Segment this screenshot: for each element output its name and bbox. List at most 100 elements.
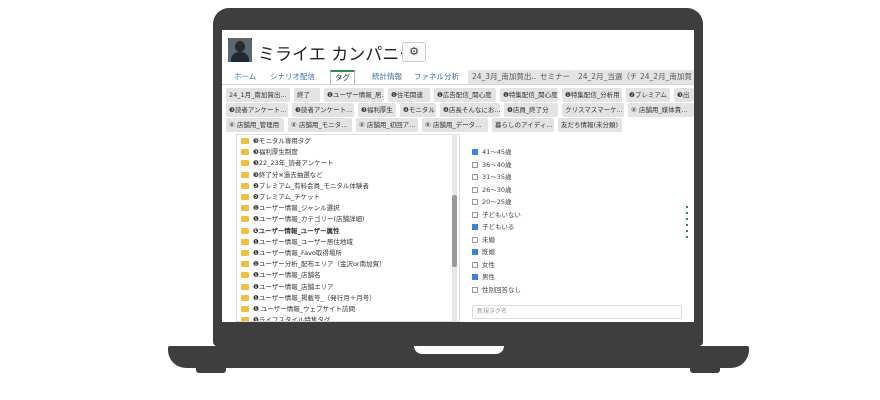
tag-group-row: ⑥ 店舗用_管理用 ⑥ 店舗用_モニタ... ⑥ 店舗用_初回ア... ⑥ 店舗用_デ…	[226, 118, 694, 133]
checkbox[interactable]	[472, 224, 478, 230]
tag-checkbox-item[interactable]: 未婚	[472, 234, 495, 246]
tab-0[interactable]: ホーム	[230, 70, 260, 84]
tree-item[interactable]: ❶ユーザー情報_ユーザー居住地域	[241, 237, 353, 248]
checkbox[interactable]	[472, 249, 478, 255]
checkbox[interactable]	[472, 236, 478, 243]
tag-checkbox-item[interactable]: 41〜45歳	[472, 146, 512, 158]
tag-group-tab[interactable]: ❶住宅関連	[388, 88, 430, 102]
folder-icon	[241, 194, 249, 200]
tag-checkbox-item[interactable]: 女性	[472, 259, 495, 271]
tree-item-label: ❶ ユーザー情報_ウェブサイト訪問	[253, 305, 356, 313]
tag-checkbox-item[interactable]: 男性	[472, 271, 495, 283]
tab-5[interactable]: 24_3月_南加賀出...	[468, 70, 543, 84]
tag-group-tab[interactable]: 暮らしのアイディ...	[492, 118, 554, 132]
tree-item[interactable]: ❺ライフスタイル特集タグ	[241, 315, 330, 321]
tab-8[interactable]: 24_2月_南加賀	[636, 70, 694, 84]
tree-item-label: ❶ユーザー分析_配布エリア（金沢or南加賀）	[253, 260, 386, 269]
checkbox[interactable]	[472, 274, 478, 280]
tree-item[interactable]: ❶ユーザー情報_カテゴリー(店舗詳細)	[241, 214, 365, 225]
checkbox-label: 既婚	[482, 248, 495, 256]
checkbox[interactable]	[472, 286, 478, 293]
tag-group-tab[interactable]: クリスマスマーケ...	[562, 103, 624, 117]
folder-icon	[241, 294, 249, 301]
tag-group-tab[interactable]: 終了	[294, 88, 320, 102]
tag-group-tab[interactable]: ❷プレミアム	[626, 88, 670, 102]
tag-group-tab[interactable]: ⑥ 店舗用_データ...	[422, 118, 488, 132]
tag-checkbox-item[interactable]: 性別回答なし	[472, 284, 521, 296]
tree-item[interactable]: ❶ユーザー情報_ユーザー属性	[241, 226, 340, 237]
checkbox[interactable]	[472, 174, 478, 180]
checkbox-label: 26〜30歳	[482, 185, 512, 194]
folder-icon	[241, 171, 249, 178]
tree-item-label: ❶ユーザー情報_カテゴリー(店舗詳細)	[253, 215, 365, 224]
tab-6[interactable]: セミナー	[536, 70, 574, 84]
tag-checkbox-item[interactable]: 既婚	[472, 246, 495, 258]
tree-item[interactable]: ❷プレミアム_チケット	[241, 192, 320, 203]
tag-group-tab[interactable]: ❺店員_終了分	[504, 103, 558, 117]
tag-checkbox-item[interactable]: 36〜40歳	[472, 159, 512, 171]
checkbox[interactable]	[472, 211, 478, 218]
tree-item[interactable]: ❶ユーザー分析_配布エリア（金沢or南加賀）	[241, 259, 386, 270]
tag-group-tab[interactable]: ⑥ 店舗用_モニタ...	[288, 118, 352, 132]
tag-group-tab[interactable]: ❸出	[674, 88, 694, 102]
tag-group-tab[interactable]: ❸福利厚生	[358, 103, 396, 117]
tree-item[interactable]: ❸終了分※過去抽選など	[241, 170, 323, 181]
tag-group-tab[interactable]: ❶特集配信_分析用	[562, 88, 622, 102]
tag-group-tab[interactable]: ❸読者アンケート...	[292, 103, 354, 117]
folder-icon	[241, 272, 249, 279]
tag-group-tab[interactable]: ❹店長そんなにお...	[440, 103, 500, 117]
new-tag-input[interactable]: 新規タグ名	[472, 305, 682, 319]
tab-4[interactable]: ファネル分析	[410, 70, 463, 84]
folder-icon	[241, 216, 249, 223]
checkbox-label: 41〜45歳	[482, 148, 512, 156]
tag-group-tab[interactable]: 24_1月_南加賀出...	[226, 88, 290, 102]
gear-icon: ⚙	[409, 45, 419, 58]
checkbox[interactable]	[472, 186, 478, 193]
tree-item[interactable]: ❶ユーザー情報_店舗名	[241, 270, 320, 281]
tag-group-tab[interactable]: ❹モニタル	[400, 103, 436, 117]
tree-item[interactable]: ❸モニタル専用タグ	[241, 136, 311, 147]
tab-2[interactable]: タグ	[330, 70, 355, 84]
tag-group-tab[interactable]: ⑥ 店舗用_管理用	[226, 118, 284, 132]
folder-icon	[241, 306, 249, 312]
tree-item-label: ❶ユーザー情報_ユーザー属性	[253, 226, 340, 235]
folder-icon	[241, 138, 249, 144]
checkbox[interactable]	[472, 199, 478, 205]
tree-item[interactable]: ❷プレミアム_有料会員_モニタル体験者	[241, 181, 369, 192]
tree-item[interactable]: ❶ユーザー情報_掲載号_（発行月＋月号）	[241, 293, 376, 304]
tag-group-tab[interactable]: 友だち情報(未分類)	[558, 118, 622, 132]
tree-item-label: ❶ユーザー情報_Favo取得場所	[253, 249, 342, 257]
checkbox[interactable]	[472, 149, 478, 155]
tag-group-tab[interactable]: ❶特集配信_関心度	[500, 88, 558, 102]
tree-item[interactable]: ❸22_23年_読者アンケート	[241, 158, 334, 169]
checkbox[interactable]	[472, 261, 478, 268]
checkbox-label: 性別回答なし	[482, 285, 521, 294]
tag-group-tab[interactable]: ⑥ 店舗用_媒体責...	[628, 103, 694, 117]
tag-group-tab[interactable]: ❶広告配信_関心度	[434, 88, 496, 102]
tree-item[interactable]: ❶ ユーザー情報_ウェブサイト訪問	[241, 304, 355, 315]
checkbox-label: 20〜25歳	[482, 198, 512, 206]
laptop-foot-right	[690, 368, 720, 373]
tag-checkbox-item[interactable]: 26〜30歳	[472, 184, 512, 196]
tree-item[interactable]: ❶ユーザー情報_ジャンル選択	[241, 203, 340, 214]
tag-group-tab[interactable]: ❸読者アンケート...	[226, 103, 288, 117]
tag-checkbox-list: 新規タグ名 41〜45歳 36〜40歳 31〜35歳 26〜30歳 20〜25歳子どもい…	[468, 134, 684, 322]
tag-group-tab[interactable]: ⑥ 店舗用_初回ア...	[356, 118, 418, 132]
tag-checkbox-item[interactable]: 31〜35歳	[472, 171, 512, 183]
tag-checkbox-item[interactable]: 子どもいない	[472, 209, 521, 221]
tab-1[interactable]: シナリオ配信	[266, 70, 319, 84]
tree-item[interactable]: ❶ユーザー情報_店舗エリア	[241, 282, 333, 293]
tag-checkbox-item[interactable]: 20〜25歳	[472, 196, 512, 208]
tree-item-label: ❶ユーザー情報_ジャンル選択	[253, 204, 340, 213]
tree-item[interactable]: ❸福利厚生制度	[241, 147, 298, 158]
checkbox[interactable]	[472, 161, 478, 168]
app-screen: ミライエ カンパニー ⚙ ホーム シナリオ配信 タグ 統計情報 ファネル分析 24_3月_…	[222, 30, 694, 322]
tree-item-label: ❶ユーザー情報_ユーザー居住地域	[253, 237, 353, 246]
tag-checkbox-item[interactable]: 子どもいる	[472, 221, 514, 233]
folder-icon	[241, 149, 249, 156]
settings-button[interactable]: ⚙	[402, 42, 426, 62]
tab-3[interactable]: 統計情報	[368, 70, 406, 84]
tree-scroll-thumb[interactable]	[452, 195, 457, 267]
tree-item[interactable]: ❶ユーザー情報_Favo取得場所	[241, 248, 342, 259]
tag-group-tab[interactable]: ❶ユーザー情報_居...	[324, 88, 384, 102]
